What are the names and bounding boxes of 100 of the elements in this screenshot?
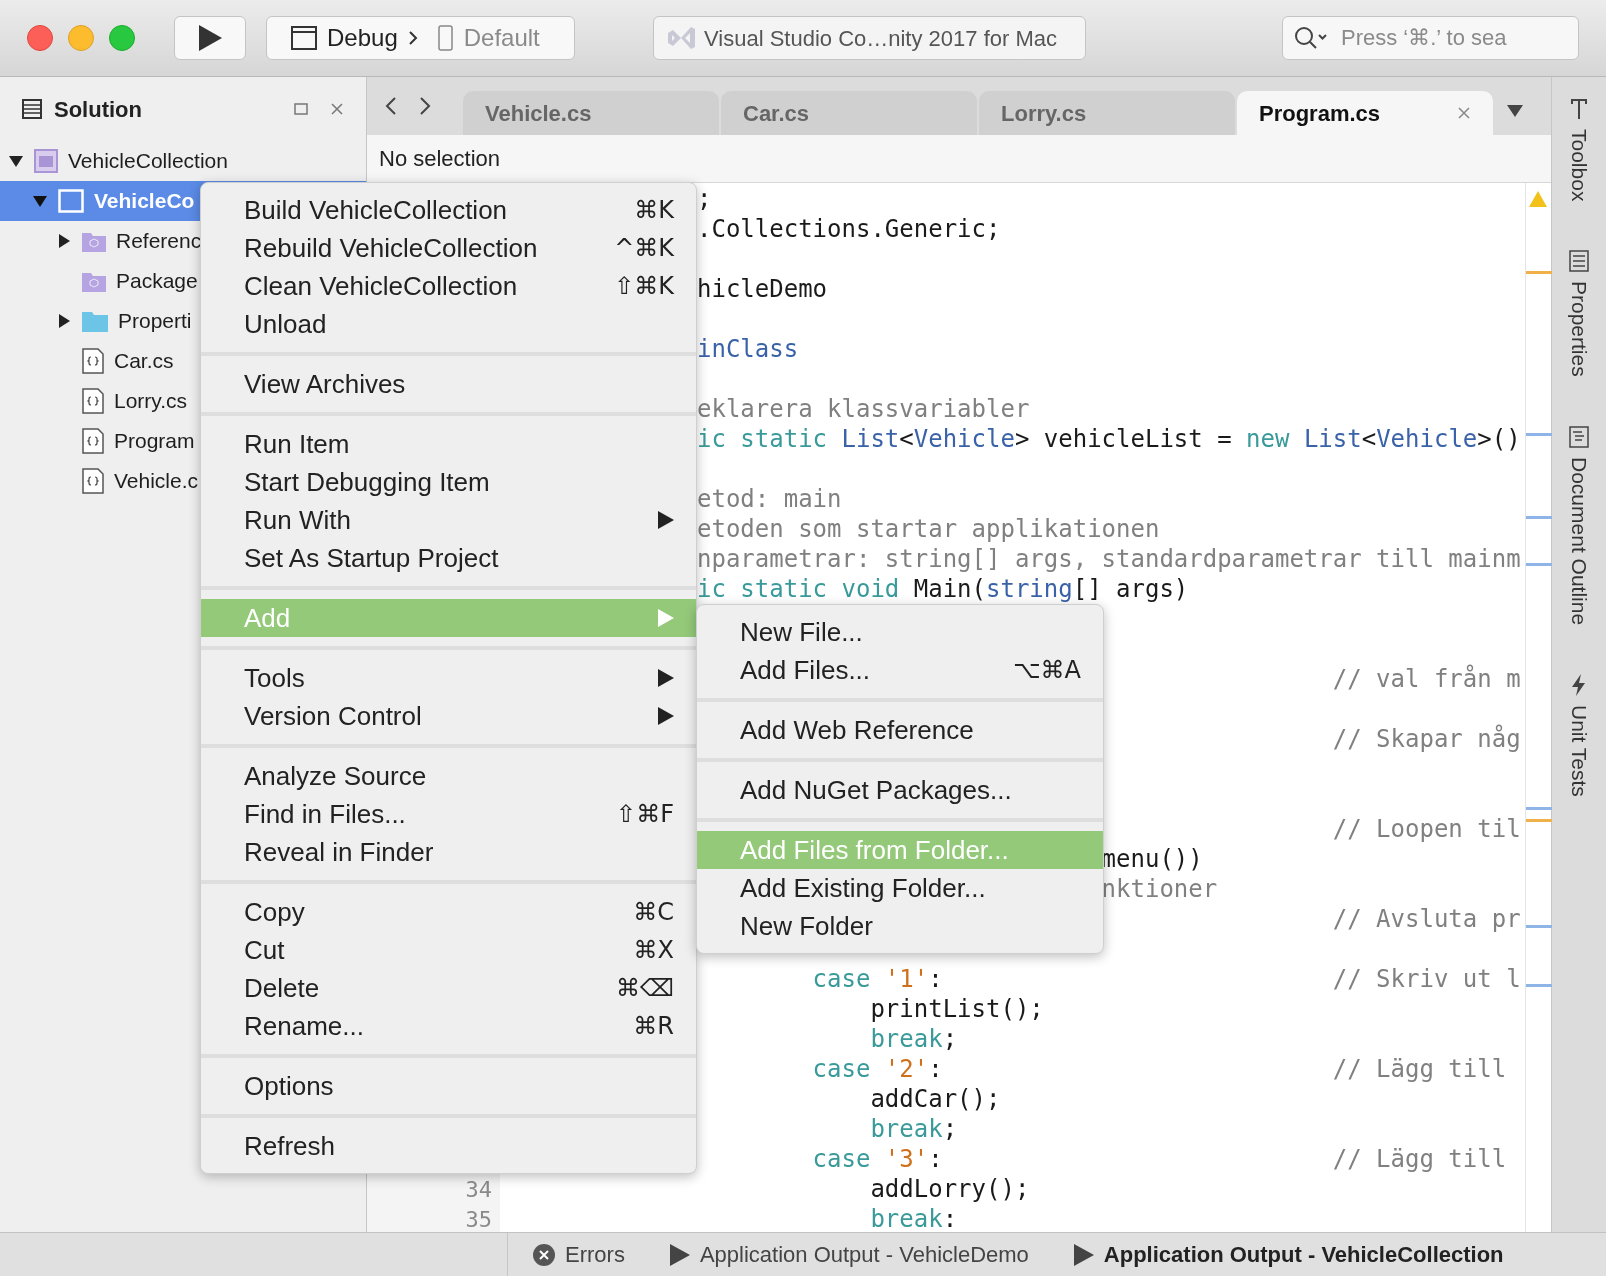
properties-icon[interactable] [1568,249,1590,274]
breadcrumb-text[interactable]: No selection [379,142,501,175]
submenu-arrow-icon [658,609,674,627]
menu-item[interactable]: Rename... ⌘R [201,1007,696,1045]
collapsed-arrow-icon[interactable] [57,234,71,248]
code-line: etod: main [697,484,842,515]
expanded-arrow-icon[interactable] [33,194,47,208]
menu-item[interactable]: Set As Startup Project [201,539,696,577]
code-comment: // val från m [1332,663,1521,695]
code-comment: // Loopen til [1332,814,1521,845]
menu-item[interactable]: Refresh [201,1127,696,1165]
play-icon [1073,1243,1094,1266]
menu-item[interactable]: New Folder [697,907,1103,945]
menu-item[interactable]: Add Existing Folder... [697,869,1103,907]
scroll-marker [1526,563,1552,566]
folder-icon [82,270,106,292]
menu-item[interactable]: Delete ⌘⌫ [201,969,696,1007]
menu-item[interactable]: Unload [201,305,696,343]
warning-icon [1529,191,1547,207]
search-field[interactable]: Press ‘⌘.’ to sea [1282,16,1579,60]
scroll-marker [1526,984,1552,987]
menu-item[interactable]: Find in Files... ⇧⌘F [201,795,696,833]
code-line: inClass [697,334,799,365]
side-pad-tab[interactable]: Unit Tests [1563,705,1595,798]
menu-item[interactable]: Tools [201,659,696,697]
tree-item[interactable]: VehicleCollection [0,141,366,181]
code-line: ; [697,184,712,215]
submenu-arrow-icon [658,669,674,687]
play-icon [669,1243,690,1266]
line-number: 34 [465,1175,492,1204]
code-line: ic static List<Vehicle> vehicleList = new List<Vehicle>() [697,424,1521,455]
code-line: menu()) [1101,844,1203,875]
code-line: addCar(); [870,1084,1001,1115]
solution-icon [34,149,58,173]
menu-item[interactable]: Add Files... ⌥⌘A [697,651,1103,689]
logo-icon [666,25,696,51]
menu-item[interactable]: View Archives [201,365,696,403]
code-line: eklarera klassvariabler [697,394,1030,425]
menu-item[interactable]: Run With [201,501,696,539]
close-window-button[interactable] [27,25,53,51]
code-line: ic static void Main(string[] args) [697,574,1189,605]
code-line: case '2': [812,1054,943,1085]
menu-item[interactable]: Cut ⌘X [201,931,696,969]
close-tab-icon[interactable] [1457,106,1471,120]
menu-item[interactable]: Options [201,1067,696,1105]
menu-item[interactable]: Version Control [201,697,696,735]
scroll-marker [1526,925,1552,928]
menu-item[interactable]: Rebuild VehicleCollection ^⌘K [201,229,696,267]
output-pad-tab[interactable]: Errors [533,1238,625,1271]
hammer-icon[interactable] [1568,97,1590,121]
code-comment: // Lägg till [1332,1144,1507,1175]
expanded-arrow-icon[interactable] [9,154,23,168]
code-line: break; [870,1024,958,1055]
run-button[interactable] [174,16,246,60]
editor-tab[interactable]: Program.cs [1237,91,1493,135]
error-icon [533,1243,555,1266]
side-pad-tab[interactable]: Properties [1563,281,1595,378]
code-comment: // Avsluta pr [1332,904,1521,935]
scroll-marker [1526,271,1552,274]
side-pad-tab[interactable]: Document Outline [1563,457,1595,626]
dropdown-icon[interactable] [1507,105,1523,117]
output-pad-tab[interactable]: Application Output - VehicleDemo [669,1238,1029,1271]
code-comment: // Lägg till [1332,1054,1507,1085]
code-line: break; [870,1114,958,1145]
menu-item[interactable]: Start Debugging Item [201,463,696,501]
close-icon[interactable] [330,102,344,116]
play-icon [198,25,222,51]
code-line: addLorry(); [870,1174,1030,1205]
file-icon [82,468,104,494]
code-line: case '3': [812,1144,943,1175]
code-line: hicleDemo [697,274,828,305]
minimize-pad-icon[interactable] [294,102,308,116]
menu-item[interactable]: New File... [697,613,1103,651]
file-icon [82,388,104,414]
menu-item[interactable]: Add Web Reference [697,711,1103,749]
menu-item[interactable]: Add NuGet Packages... [697,771,1103,809]
back-icon[interactable] [385,96,397,116]
scroll-marker [1526,516,1552,519]
menu-item[interactable]: Clean VehicleCollection ⇧⌘K [201,267,696,305]
configuration-selector[interactable]: Debug Default [266,16,575,60]
menu-item[interactable]: Analyze Source [201,757,696,795]
folder-icon [82,230,106,252]
menu-item[interactable]: Copy ⌘C [201,893,696,931]
menu-item[interactable]: Run Item [201,425,696,463]
project-icon [58,189,84,213]
code-line: .Collections.Generic; [697,214,1001,245]
code-line: nparametrar: string[] args, standardparametrar till mainm [697,544,1521,575]
forward-icon[interactable] [419,96,431,116]
editor-tab[interactable]: Vehicle.cs [463,91,719,135]
menu-item[interactable]: Reveal in Finder [201,833,696,871]
code-comment: // Skapar någ [1332,723,1521,755]
editor-tab[interactable]: Car.cs [721,91,977,135]
editor-tab[interactable]: Lorry.cs [979,91,1235,135]
scroll-marker [1526,807,1552,810]
collapsed-arrow-icon[interactable] [57,314,71,328]
side-pad-tab[interactable]: Toolbox [1563,129,1595,202]
document-icon[interactable] [1568,425,1590,450]
output-pad-tab[interactable]: Application Output - VehicleCollection [1073,1238,1504,1271]
file-icon [82,348,104,374]
window-icon [22,99,42,119]
